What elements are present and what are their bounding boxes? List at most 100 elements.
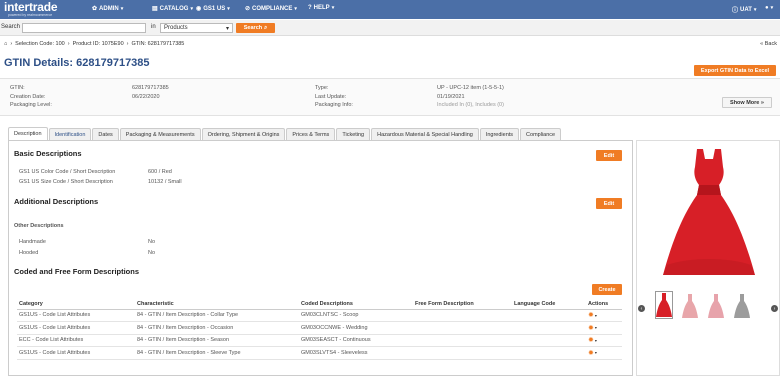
gear-icon: ✿: [92, 6, 98, 12]
table-row: ECC - Code List Attributes 84 - GTIN / I…: [17, 334, 622, 347]
chevron-down-icon: ▾: [594, 337, 597, 343]
in-label: in: [151, 24, 156, 30]
profile-menu[interactable]: ● ▾: [765, 5, 773, 11]
gear-icon[interactable]: ✹ ▾: [588, 349, 597, 357]
handmade-value: No: [148, 239, 156, 245]
logo-text: intertrade: [4, 0, 58, 14]
chevron-right-icon[interactable]: ›: [771, 305, 778, 312]
col-free-form[interactable]: Free Form Description: [413, 299, 512, 310]
gear-icon[interactable]: ✹ ▾: [588, 336, 597, 344]
gear-icon[interactable]: ✹ ▾: [588, 324, 597, 332]
export-gtin-button[interactable]: Export GTIN Data to Excel: [694, 65, 776, 76]
gear-icon[interactable]: ✹ ▾: [588, 311, 597, 319]
packaging-info-label: Packaging Info:: [315, 102, 353, 108]
breadcrumb-item[interactable]: Product ID: 1075E90: [73, 41, 124, 47]
create-button[interactable]: Create: [592, 284, 622, 295]
breadcrumb-item[interactable]: Selection Code: 100: [15, 41, 65, 47]
app-logo[interactable]: intertrade powered by realmcommerce: [4, 0, 58, 17]
table-row: GS1US - Code List Attributes 84 - GTIN /…: [17, 309, 622, 322]
last-update-value: 01/19/2021: [437, 93, 465, 100]
tab-ticketing[interactable]: Ticketing: [336, 128, 371, 140]
row-actions[interactable]: ✹ ▾: [586, 334, 622, 347]
globe-icon: ◉: [196, 6, 202, 12]
search-button[interactable]: Search ⌕: [236, 23, 275, 33]
tab-hazardous[interactable]: Hazardous Material & Special Handling: [371, 128, 479, 140]
search-scope-select[interactable]: Products ▾: [160, 23, 233, 33]
row-actions[interactable]: ✹ ▾: [586, 321, 622, 335]
packaging-info-value: Included In (0), Includes (0): [437, 102, 504, 108]
tab-identification[interactable]: Identification: [48, 128, 92, 140]
edit-basic-button[interactable]: Edit: [596, 150, 622, 161]
tab-ordering[interactable]: Ordering, Shipment & Origins: [201, 128, 286, 140]
cell-free-form: [413, 346, 512, 360]
hooded-label: Hooded: [19, 250, 39, 256]
chevron-down-icon: ▾: [227, 5, 230, 12]
tab-dates[interactable]: Dates: [92, 128, 119, 140]
cell-characteristic: 84 - GTIN / Item Description - Sleeve Ty…: [135, 346, 299, 360]
color-code-label: GS1 US Color Code / Short Description: [19, 169, 116, 175]
col-category[interactable]: Category: [17, 299, 135, 310]
chevron-down-icon: ▾: [294, 5, 297, 12]
thumbnail-strip: [655, 291, 751, 319]
col-actions: Actions: [586, 299, 622, 310]
row-actions[interactable]: ✹ ▾: [586, 346, 622, 360]
thumbnail[interactable]: [681, 291, 699, 319]
col-characteristic[interactable]: Characteristic: [135, 299, 299, 310]
back-link[interactable]: « Back: [760, 41, 777, 47]
row-actions[interactable]: ✹ ▾: [586, 309, 622, 322]
cell-free-form: [413, 321, 512, 335]
size-code-label: GS1 US Size Code / Short Description: [19, 179, 113, 185]
product-main-image[interactable]: [659, 145, 759, 281]
tab-compliance[interactable]: Compliance: [520, 128, 562, 140]
nav-catalog[interactable]: ▤ CATALOG ▾: [152, 5, 193, 13]
cell-category: GS1US - Code List Attributes: [17, 309, 135, 322]
cell-language: [512, 309, 586, 322]
chevron-down-icon: ▾: [753, 6, 757, 13]
nav-help[interactable]: ? HELP ▾: [308, 5, 334, 11]
search-input[interactable]: [22, 23, 146, 33]
col-language-code[interactable]: Language Code: [512, 299, 586, 310]
cell-coded: GM03OCCNWE - Wedding: [299, 321, 413, 335]
info-icon: ⓘ: [732, 8, 739, 14]
edit-additional-button[interactable]: Edit: [596, 198, 622, 209]
creation-date-label: Creation Date:: [10, 93, 46, 100]
gtin-summary: GTIN: Creation Date: Packaging Level: 62…: [0, 78, 780, 116]
nav-user-menu[interactable]: ⓘ UAT ▾: [732, 5, 757, 15]
cell-characteristic: 84 - GTIN / Item Description - Season: [135, 334, 299, 347]
cell-coded: GM03SEASCT - Continuous: [299, 334, 413, 347]
tab-ingredients[interactable]: Ingredients: [479, 128, 520, 140]
tab-description[interactable]: Description: [8, 127, 48, 140]
gtin-value: 628179717385: [132, 85, 169, 91]
thumbnail[interactable]: [655, 291, 673, 319]
thumbnail[interactable]: [733, 291, 751, 319]
chevron-down-icon: ▾: [190, 5, 193, 12]
nav-admin-label: ADMIN: [99, 5, 119, 12]
coded-descriptions-title: Coded and Free Form Descriptions: [14, 267, 140, 276]
tab-prices[interactable]: Prices & Terms: [286, 128, 336, 140]
chevron-down-icon: ▾: [331, 5, 335, 11]
chevron-down-icon: ▾: [594, 312, 597, 318]
cell-free-form: [413, 334, 512, 347]
search-icon: ⌕: [264, 24, 268, 31]
color-code-value: 600 / Red: [148, 169, 172, 175]
product-image-panel: ‹ ›: [636, 140, 780, 376]
cell-free-form: [413, 309, 512, 322]
table-header-row: Category Characteristic Coded Descriptio…: [17, 299, 622, 310]
show-more-button[interactable]: Show More »: [722, 97, 772, 108]
creation-date-value: 06/22/2020: [132, 93, 160, 100]
nav-compliance[interactable]: ⊘ COMPLIANCE ▾: [245, 5, 297, 13]
description-panel: Basic Descriptions Edit GS1 US Color Cod…: [8, 140, 633, 376]
size-code-value: 10132 / Small: [148, 179, 182, 185]
nav-gs1us[interactable]: ◉ GS1 US ▾: [196, 5, 230, 13]
thumbnail[interactable]: [707, 291, 725, 319]
nav-admin[interactable]: ✿ ADMIN ▾: [92, 5, 123, 13]
home-icon[interactable]: ⌂: [4, 41, 7, 47]
page-title: GTIN Details: 628179717385: [4, 57, 150, 69]
nav-gs1us-label: GS1 US: [203, 5, 226, 12]
col-coded-descriptions[interactable]: Coded Descriptions: [299, 299, 413, 310]
tab-packaging[interactable]: Packaging & Measurements: [119, 128, 201, 140]
book-icon: ▤: [152, 6, 158, 12]
search-bar: Search in Products ▾ Search ⌕: [0, 20, 780, 36]
chevron-left-icon[interactable]: ‹: [638, 305, 645, 312]
cell-category: GS1US - Code List Attributes: [17, 346, 135, 360]
